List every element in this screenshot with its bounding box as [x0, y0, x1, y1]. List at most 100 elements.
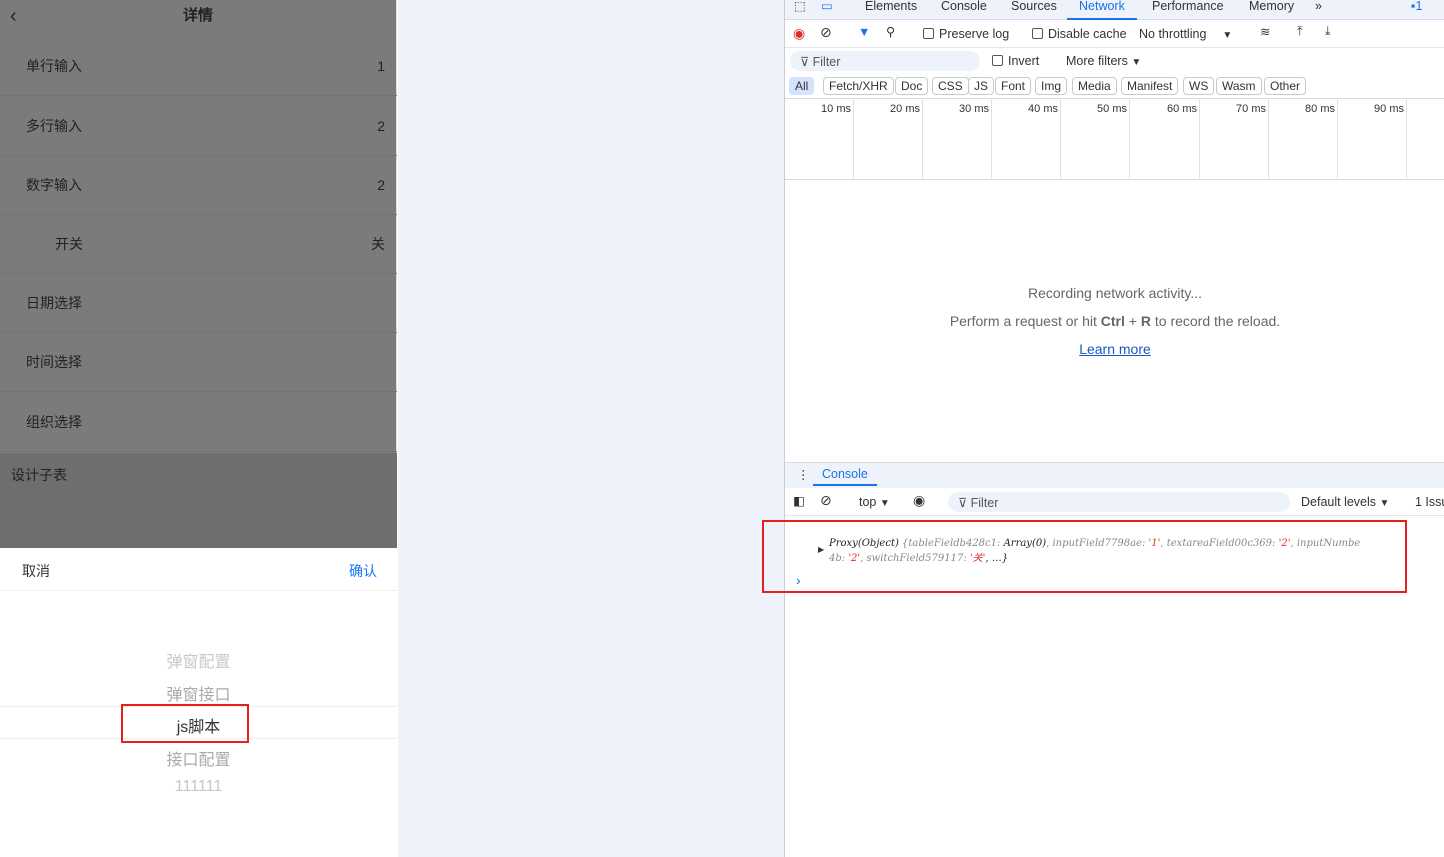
form-row[interactable]: 数字输入 2 [0, 156, 397, 215]
form-row[interactable]: 组织选择 [0, 393, 397, 452]
learn-more-link[interactable]: Learn more [1079, 341, 1151, 357]
invert-checkbox[interactable]: Invert [992, 54, 1039, 68]
device-toolbar-icon[interactable]: ▭ [821, 0, 833, 13]
highlight-box [121, 704, 249, 743]
tab-memory[interactable]: Memory [1249, 0, 1294, 13]
download-icon[interactable]: ⤓ [1325, 24, 1331, 39]
form-row[interactable]: 多行输入 2 [0, 97, 397, 156]
type-other[interactable]: Other [1264, 77, 1307, 95]
subtable-title: 设计子表 [11, 467, 67, 483]
r-key: R [1140, 313, 1151, 329]
form-row[interactable]: 时间选择 [0, 333, 397, 392]
search-icon[interactable]: ⚲ [886, 24, 895, 39]
picker-option[interactable]: 111111 [0, 778, 397, 796]
more-filters-label: More filters [1066, 54, 1128, 68]
timeline-tick: 80 ms [1269, 98, 1338, 180]
more-filters-dropdown[interactable]: More filters ▼ [1066, 54, 1141, 68]
picker-popup: 取消 确认 弹窗配置 弹窗接口 js脚本 接口配置 111111 [0, 548, 397, 857]
throttling-value: No throttling [1139, 27, 1207, 41]
timeline-tick: 10 ms [785, 98, 854, 180]
type-img[interactable]: Img [1035, 77, 1068, 95]
type-doc[interactable]: Doc [895, 77, 929, 95]
row-label: 日期选择 [26, 295, 82, 311]
inspect-icon[interactable]: ⬚ [794, 0, 806, 13]
row-value: 1 [377, 58, 385, 74]
back-icon[interactable]: ‹ [10, 0, 17, 32]
context-select[interactable]: top ▼ [859, 495, 890, 509]
tab-sources[interactable]: Sources [1011, 0, 1057, 13]
tab-console[interactable]: Console [941, 0, 987, 13]
timeline-tick: 70 ms [1200, 98, 1269, 180]
type-font[interactable]: Font [995, 77, 1032, 95]
sidebar-toggle-icon[interactable]: ◧ [793, 493, 805, 508]
timeline-tick: 20 ms [854, 98, 923, 180]
timeline-tick: 50 ms [1061, 98, 1130, 180]
timeline-tick: 40 ms [992, 98, 1061, 180]
hint-text: Perform a request or hit [949, 313, 1101, 329]
issues-count-button[interactable]: 1 Issu [1415, 495, 1444, 509]
type-all[interactable]: All [789, 77, 815, 95]
record-hint: Perform a request or hit Ctrl + R to rec… [785, 313, 1444, 329]
upload-icon[interactable]: ⤒ [1297, 24, 1303, 39]
picker-option[interactable]: 弹窗配置 [0, 648, 397, 672]
clear-console-icon[interactable]: ⊘ [820, 492, 832, 509]
cancel-button[interactable]: 取消 [22, 561, 50, 581]
type-wasm[interactable]: Wasm [1216, 77, 1262, 95]
type-js[interactable]: JS [968, 77, 995, 95]
type-manifest[interactable]: Manifest [1121, 77, 1179, 95]
network-conditions-icon[interactable]: ≋ [1260, 24, 1270, 39]
tab-performance[interactable]: Performance [1152, 0, 1224, 13]
invert-label: Invert [1008, 54, 1040, 68]
timeline-tick: 30 ms [923, 98, 992, 180]
filter-input[interactable]: ⊽ Filter [790, 51, 980, 71]
header: ‹ 详情 [0, 0, 396, 32]
levels-value: Default levels [1301, 495, 1377, 509]
row-value: 2 [377, 177, 385, 193]
preserve-log-label: Preserve log [939, 27, 1010, 41]
console-filter-placeholder: Filter [970, 496, 999, 510]
row-label: 开关 [55, 236, 83, 252]
row-label: 组织选择 [26, 414, 82, 430]
drawer-menu-icon[interactable]: ⋮ [797, 467, 810, 482]
type-ws[interactable]: WS [1183, 77, 1215, 95]
more-tabs-icon[interactable]: » [1315, 0, 1322, 13]
confirm-button[interactable]: 确认 [349, 561, 377, 581]
row-label: 多行输入 [26, 118, 82, 134]
drawer-tab-console[interactable]: Console [813, 467, 877, 486]
eye-icon[interactable]: ◉ [913, 492, 925, 509]
clear-icon[interactable]: ⊘ [820, 24, 832, 41]
filter-placeholder: Filter [812, 55, 841, 69]
timeline-tick: 90 ms [1338, 98, 1407, 180]
drawer-tabs: ⋮ Console [785, 462, 1444, 488]
form-row[interactable]: 开关 关 [0, 215, 397, 274]
highlight-box [762, 520, 1407, 593]
devtools-panel: ⬚ ▭ Elements Console Sources Network Per… [784, 0, 1444, 857]
console-filter-input[interactable]: ⊽ Filter [948, 492, 1290, 512]
hint-text-end: to record the reload. [1150, 313, 1281, 329]
page-title: 详情 [182, 7, 213, 24]
recording-message: Recording network activity... [1027, 285, 1203, 301]
issues-badge[interactable]: ▪1 [1411, 0, 1422, 13]
row-value: 2 [377, 118, 385, 134]
record-icon[interactable]: ◉ [793, 25, 805, 42]
row-label: 数字输入 [26, 177, 82, 193]
tab-elements[interactable]: Elements [865, 0, 917, 13]
ctrl-key: Ctrl [1100, 313, 1125, 329]
picker-option[interactable]: 接口配置 [0, 746, 397, 770]
page-background [398, 0, 784, 857]
form-row[interactable]: 日期选择 [0, 274, 397, 333]
filter-icon[interactable]: ▼ [858, 25, 870, 39]
type-media[interactable]: Media [1072, 77, 1117, 95]
disable-cache-checkbox[interactable]: Disable cache [1032, 27, 1127, 41]
tab-network[interactable]: Network [1067, 0, 1137, 20]
context-value: top [859, 495, 877, 509]
levels-dropdown[interactable]: Default levels ▼ [1301, 495, 1389, 509]
row-label: 时间选择 [26, 354, 82, 370]
throttling-select[interactable]: No throttling ▼ [1139, 27, 1232, 41]
preserve-log-checkbox[interactable]: Preserve log [923, 27, 1009, 41]
form-row[interactable]: 单行输入 1 [0, 37, 397, 96]
picker-option[interactable]: 弹窗接口 [0, 681, 397, 705]
type-fetch-xhr[interactable]: Fetch/XHR [823, 77, 894, 95]
console-toolbar: ◧ ⊘ top ▼ ◉ ⊽ Filter Default levels ▼ 1 … [785, 488, 1444, 516]
type-css[interactable]: CSS [932, 77, 969, 95]
